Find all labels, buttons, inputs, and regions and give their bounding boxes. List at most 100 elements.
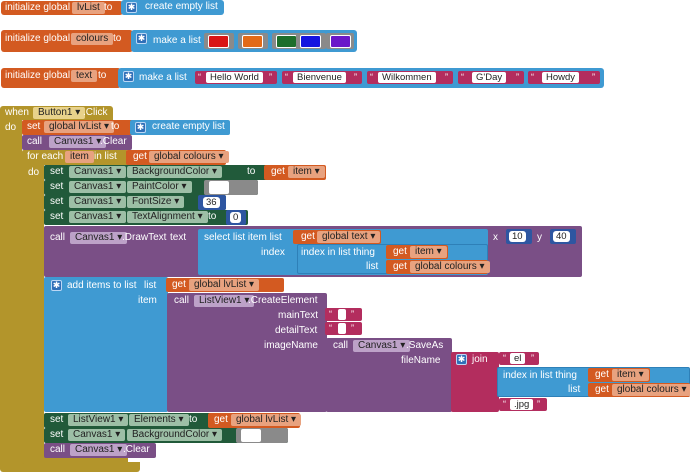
component-dropdown[interactable]: Canvas1 ▾ (49, 136, 107, 148)
number-value[interactable]: 36 (203, 197, 220, 208)
string-value[interactable]: Bienvenue (293, 72, 346, 83)
string-value[interactable]: G'Day (472, 72, 507, 83)
component-dropdown[interactable]: Canvas1 ▾ (69, 211, 127, 223)
variable-name-field[interactable]: text (71, 70, 98, 82)
set-global-lvlist-block[interactable]: set global lvList ▾ to (22, 120, 135, 135)
get-item-block[interactable]: get item ▾ (386, 245, 448, 259)
string-value[interactable] (338, 323, 346, 334)
variable-dropdown[interactable]: global lvList ▾ (189, 279, 260, 291)
number-block[interactable]: 40 (550, 229, 576, 244)
colour-block-2[interactable] (238, 33, 268, 49)
string-block-el[interactable]: “ el ” (499, 352, 539, 365)
number-block[interactable]: 10 (506, 229, 532, 244)
when-button1-click-block[interactable]: when Button1 ▾ .Click (0, 106, 113, 120)
component-dropdown[interactable]: Canvas1 ▾ (68, 429, 126, 441)
variable-dropdown[interactable]: item ▾ (410, 246, 447, 258)
gear-icon[interactable]: ✱ (456, 354, 467, 365)
empty-string-block[interactable]: “ ” (325, 308, 362, 321)
colour-swatch[interactable] (209, 181, 229, 194)
call-canvas1-clear-block[interactable]: call Canvas1 ▾ .Clear (22, 135, 132, 150)
colour-swatch[interactable] (242, 35, 263, 48)
variable-dropdown[interactable]: global colours ▾ (410, 261, 490, 273)
for-each-block[interactable]: for each item in list (22, 150, 128, 165)
colour-swatch[interactable] (241, 429, 261, 442)
component-dropdown[interactable]: Button1 ▾ (33, 107, 86, 119)
variable-dropdown[interactable]: global colours ▾ (149, 151, 229, 163)
variable-dropdown[interactable]: global colours ▾ (612, 384, 690, 396)
call-canvas1-clear-block[interactable]: call Canvas1 ▾ .Clear (44, 443, 156, 458)
variable-dropdown[interactable]: item ▾ (288, 166, 325, 178)
variable-name-field[interactable]: colours (71, 33, 114, 45)
colour-swatch[interactable] (276, 35, 297, 48)
colour-swatch[interactable] (300, 35, 321, 48)
component-dropdown[interactable]: Canvas1 ▾ (69, 196, 127, 208)
gear-icon[interactable]: ✱ (126, 2, 137, 13)
colour-swatch[interactable] (208, 35, 229, 48)
property-dropdown[interactable]: BackgroundColor ▾ (127, 429, 223, 441)
colour-block-4[interactable] (296, 33, 326, 49)
component-dropdown[interactable]: Canvas1 ▾ (353, 340, 411, 352)
string-value[interactable]: el (510, 353, 526, 364)
colour-block-white[interactable] (236, 428, 288, 443)
property-dropdown[interactable]: Elements ▾ (129, 414, 189, 426)
get-global-lvlist-block[interactable]: get global lvList ▾ (208, 413, 302, 428)
colour-block-white[interactable] (204, 180, 258, 195)
number-value[interactable]: 0 (230, 212, 242, 223)
string-block-1[interactable]: “ Hello World ” (195, 71, 277, 84)
property-dropdown[interactable]: PaintColor ▾ (127, 181, 192, 193)
make-a-list-colours-block[interactable]: ✱ make a list (131, 30, 357, 52)
number-block[interactable]: 0 (226, 210, 246, 225)
number-value[interactable]: 10 (509, 231, 526, 242)
component-dropdown[interactable]: Canvas1 ▾ (69, 181, 127, 193)
gear-icon[interactable]: ✱ (51, 280, 62, 291)
number-block[interactable]: 36 (198, 195, 226, 210)
string-value[interactable]: .jpg (510, 399, 534, 410)
colour-block-1[interactable] (204, 33, 234, 49)
gear-icon[interactable]: ✱ (135, 122, 146, 133)
gear-icon[interactable]: ✱ (123, 71, 134, 82)
property-dropdown[interactable]: BackgroundColor ▾ (127, 166, 223, 178)
set-canvas-textalignment-block[interactable]: set Canvas1 ▾ TextAlignment ▾ to (44, 210, 248, 225)
string-block-3[interactable]: “ Wilkommen ” (367, 71, 453, 84)
variable-dropdown[interactable]: global text ▾ (317, 231, 381, 243)
component-dropdown[interactable]: ListView1 ▾ (194, 295, 255, 307)
component-dropdown[interactable]: Canvas1 ▾ (70, 232, 128, 244)
number-value[interactable]: 40 (553, 231, 570, 242)
string-value[interactable]: Howdy (542, 72, 580, 83)
gear-icon[interactable]: ✱ (136, 33, 147, 44)
create-empty-list-block[interactable]: ✱ create empty list (121, 0, 224, 15)
init-global-text-block[interactable]: initialize global text to (1, 68, 121, 88)
variable-name-field[interactable]: lvList (72, 2, 105, 14)
get-global-colours-block[interactable]: get global colours ▾ (126, 150, 229, 165)
call-canvas-saveas-block[interactable]: call Canvas1 ▾ .SaveAs fileName (326, 338, 452, 412)
get-global-text-block[interactable]: get global text ▾ (293, 230, 381, 244)
colour-swatch[interactable] (330, 35, 351, 48)
component-dropdown[interactable]: Canvas1 ▾ (69, 166, 127, 178)
get-global-lvlist-block[interactable]: get global lvList ▾ (166, 278, 284, 292)
colour-block-5[interactable] (326, 33, 354, 49)
string-block-2[interactable]: “ Bienvenue ” (282, 71, 362, 84)
component-dropdown[interactable]: Canvas1 ▾ (70, 444, 128, 456)
string-block-jpg[interactable]: “ .jpg ” (499, 398, 547, 411)
property-dropdown[interactable]: FontSize ▾ (127, 196, 185, 208)
string-value[interactable]: Wilkommen (378, 72, 436, 83)
variable-dropdown[interactable]: global lvList ▾ (231, 414, 302, 426)
property-dropdown[interactable]: TextAlignment ▾ (127, 211, 208, 223)
string-block-4[interactable]: “ G'Day ” (458, 71, 524, 84)
get-global-colours-block[interactable]: get global colours ▾ (386, 260, 490, 274)
get-global-colours-block[interactable]: get global colours ▾ (588, 383, 690, 397)
set-listview-elements-block[interactable]: set ListView1 ▾ Elements ▾ to (44, 413, 214, 428)
string-block-5[interactable]: “ Howdy ” (528, 71, 600, 84)
get-item-block[interactable]: get item ▾ (588, 368, 650, 382)
call-listview-createelement-block[interactable]: call ListView1 ▾ .CreateElement mainText… (167, 293, 327, 412)
empty-string-block[interactable]: “ ” (325, 322, 362, 335)
init-global-colours-block[interactable]: initialize global colours to (1, 30, 133, 52)
item-variable-field[interactable]: item (65, 151, 94, 163)
set-canvas-backgroundcolor-block[interactable]: set Canvas1 ▾ BackgroundColor ▾ to (44, 165, 270, 180)
string-value[interactable] (338, 309, 346, 320)
variable-dropdown[interactable]: global lvList ▾ (44, 121, 115, 133)
get-item-block[interactable]: get item ▾ (264, 165, 326, 180)
join-block[interactable]: ✱ join (451, 352, 499, 412)
init-global-lvlist-block[interactable]: initialize global lvList to (1, 1, 123, 15)
create-empty-list-block[interactable]: ✱ create empty list (130, 120, 230, 135)
